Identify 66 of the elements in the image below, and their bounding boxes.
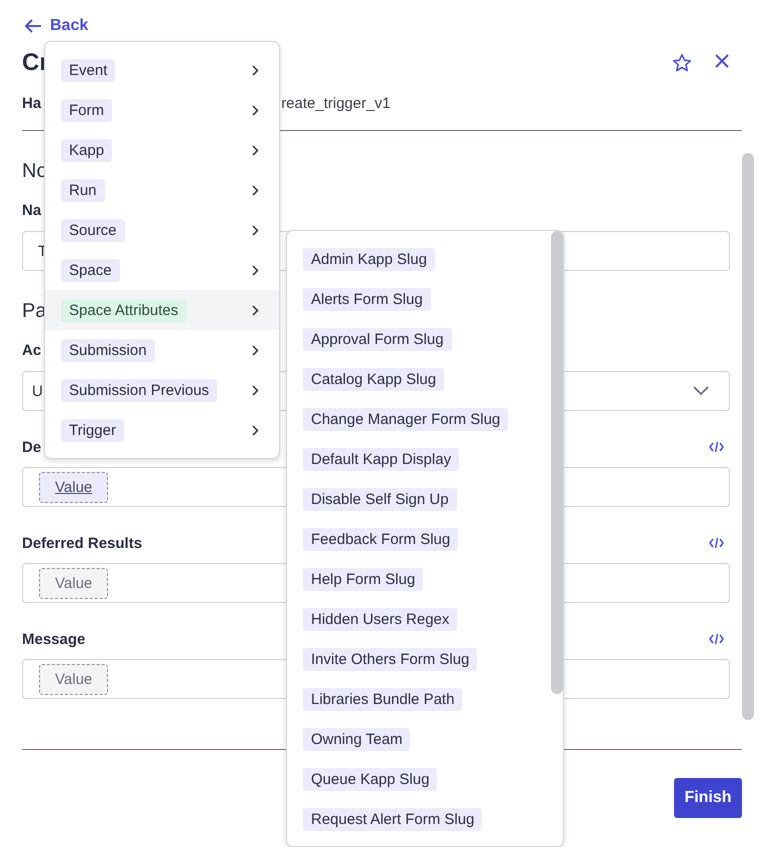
menu-item[interactable]: Source [45,210,279,250]
menu-item-label: Space [61,258,120,282]
menu-item-label: Form [61,98,112,122]
menu-item[interactable]: Event [45,50,279,90]
arrow-left-icon [24,18,42,34]
menu-item-label: Source [61,218,125,242]
menu-item[interactable]: Libraries Bundle Path [303,688,462,710]
menu-item[interactable]: Run [45,170,279,210]
close-icon [714,53,730,69]
chevron-right-icon [252,64,259,76]
chevron-right-icon [252,224,259,236]
chevron-right-icon [252,304,259,316]
scrollbar[interactable] [742,153,754,720]
menu-item[interactable]: Form [45,90,279,130]
field-label: Deferred Results [22,534,142,552]
menu-item[interactable]: Space Attributes [45,290,279,330]
menu-item[interactable]: Help Form Slug [303,568,424,590]
field-label: De [22,438,42,456]
scrollbar[interactable] [551,231,563,694]
chevron-right-icon [252,144,259,156]
value-chip[interactable]: Value [39,568,108,598]
menu-item[interactable]: Submission Previous [45,370,279,410]
menu-item-label: Kapp [61,138,112,162]
chevron-right-icon [252,264,259,276]
menu-item[interactable]: Owning Team [303,728,410,750]
menu-item[interactable]: Hidden Users Regex [303,608,458,630]
value-chip[interactable]: Value [39,664,108,694]
handler-value: reate_trigger_v1 [281,94,390,112]
menu-item-label: Run [61,178,105,202]
menu-item-label: Event [61,58,116,82]
finish-button[interactable]: Finish [674,778,742,818]
menu-item[interactable]: Trigger [45,410,279,450]
menu-item[interactable]: Kapp [45,130,279,170]
menu-item[interactable]: Catalog Kapp Slug [303,368,444,390]
back-link[interactable]: Back [24,14,88,38]
menu-item[interactable]: Queue Kapp Slug [303,768,438,790]
menu-item-label: Submission Previous [61,378,218,402]
chevron-down-icon [693,386,709,396]
handler-label: Ha [22,94,42,112]
field-label: Message [22,630,86,648]
menu-item-label: Trigger [61,418,124,442]
chevron-right-icon [252,104,259,116]
menu-item[interactable]: Admin Kapp Slug [303,248,435,270]
star-icon [672,53,692,73]
chevron-right-icon [252,184,259,196]
code-icon[interactable] [709,537,724,549]
menu-item[interactable]: Alerts Form Slug [303,288,431,310]
menu-item[interactable]: Invite Others Form Slug [303,648,478,670]
menu-item[interactable]: Submission [45,330,279,370]
code-icon[interactable] [709,633,724,645]
chevron-right-icon [252,384,259,396]
field-label: Ac [22,341,42,361]
menu-item[interactable]: Default Kapp Display [303,448,460,470]
field-label: Na [22,201,42,221]
chevron-right-icon [252,344,259,356]
menu-item[interactable]: Feedback Form Slug [303,528,458,550]
value-chip[interactable]: Value [39,472,108,502]
menu-item[interactable]: Request Alert Form Slug [303,808,482,830]
menu-item[interactable]: Space [45,250,279,290]
menu-item-label: Submission [61,338,155,362]
chevron-right-icon [252,424,259,436]
menu-item[interactable]: Approval Form Slug [303,328,452,350]
menu-item[interactable]: Disable Self Sign Up [303,488,457,510]
code-icon[interactable] [709,441,724,453]
menu-item-label: Space Attributes [61,298,186,322]
menu-item[interactable]: Change Manager Form Slug [303,408,508,430]
